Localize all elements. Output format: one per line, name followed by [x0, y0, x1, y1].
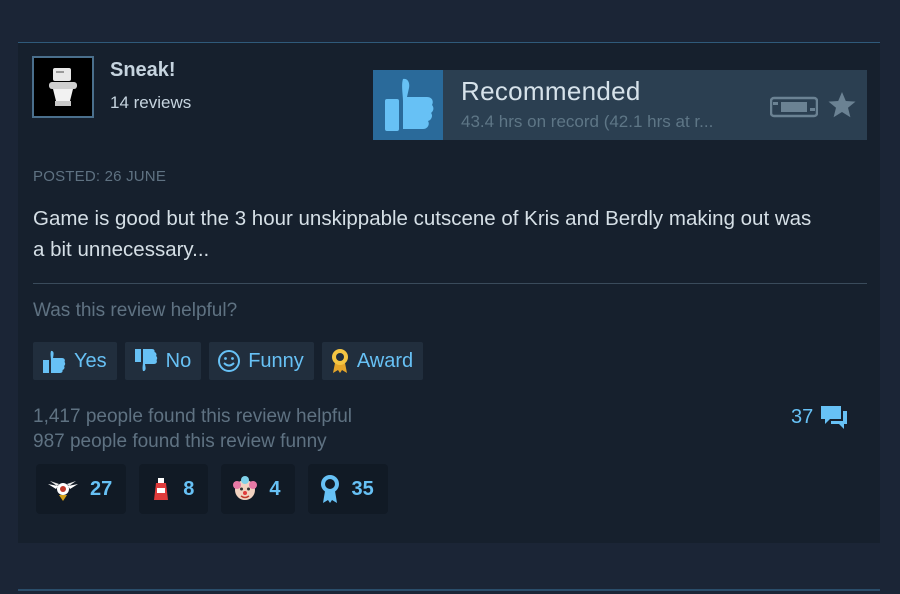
award-ribbon[interactable]: 35 [307, 464, 388, 514]
award-count: 27 [90, 477, 113, 500]
vote-yes-button[interactable]: Yes [33, 342, 117, 380]
vote-funny-button[interactable]: Funny [209, 342, 314, 380]
vote-no-label: No [165, 349, 192, 372]
ribbon-award-icon [320, 475, 339, 503]
verdict-label: Recommended [461, 76, 641, 106]
bottom-separator [18, 589, 880, 591]
award-label: Award [356, 349, 414, 372]
review-content: Game is good but the 3 hour unskippable … [33, 207, 812, 261]
divider [33, 283, 867, 284]
thumbs-down-icon [133, 349, 159, 373]
vote-buttons: Yes No Funny Award [33, 342, 424, 380]
recommendation-text: Recommended 43.4 hrs on record (42.1 hrs… [461, 76, 713, 132]
award-count: 4 [269, 477, 281, 500]
winged-award-icon [48, 481, 78, 501]
clown-award-icon [233, 476, 258, 500]
hot-sauce-award-icon [154, 478, 169, 500]
review-card: Sneak! 14 reviews Recommended 43.4 hrs o… [18, 42, 880, 543]
author-review-count[interactable]: 14 reviews [110, 93, 191, 113]
recommendation-banner[interactable]: Recommended 43.4 hrs on record (42.1 hrs… [373, 70, 867, 140]
avatar[interactable] [32, 56, 94, 118]
star-icon [828, 92, 856, 118]
hours-on-record: 43.4 hrs on record (42.1 hrs at r... [461, 112, 714, 131]
award-count: 35 [351, 477, 374, 500]
vote-funny-label: Funny [248, 349, 304, 372]
comment-icon [821, 406, 848, 429]
vote-no-button[interactable]: No [124, 342, 202, 380]
awards-row: 27 8 4 35 [36, 464, 388, 514]
comment-count: 37 [791, 405, 814, 428]
award-hot-sauce[interactable]: 8 [139, 464, 209, 514]
thumbs-up-icon [41, 349, 67, 373]
smiley-icon [217, 349, 241, 373]
posted-date: POSTED: 26 JUNE [33, 168, 167, 185]
award-button[interactable]: Award [321, 342, 424, 380]
award-winged[interactable]: 27 [36, 464, 127, 514]
steam-deck-icon [770, 96, 818, 118]
toilet-avatar-icon [49, 68, 77, 106]
helpful-prompt: Was this review helpful? [33, 300, 238, 321]
funny-count-text: 987 people found this review funny [33, 431, 327, 452]
award-count: 8 [183, 477, 195, 500]
thumb-box [373, 70, 443, 140]
author-name[interactable]: Sneak! [110, 59, 176, 82]
vote-yes-label: Yes [74, 349, 107, 372]
comments-link[interactable]: 37 [791, 403, 849, 431]
helpful-count-text: 1,417 people found this review helpful [33, 406, 353, 427]
review-stats: 1,417 people found this review helpful 9… [33, 404, 352, 454]
award-icon [330, 348, 350, 374]
thumbs-up-icon [385, 78, 434, 131]
award-clown[interactable]: 4 [221, 464, 295, 514]
